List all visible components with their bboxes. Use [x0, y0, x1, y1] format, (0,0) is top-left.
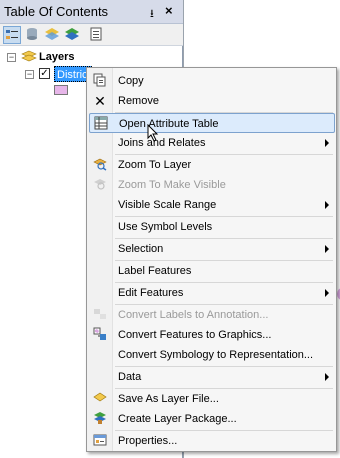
layer-context-menu: Copy ✕ Remove Open Attribute Table Joins… — [86, 67, 337, 452]
menu-item-label-features[interactable]: Label Features — [89, 261, 335, 281]
properties-icon — [92, 433, 108, 449]
menu-item-convert-labels-to-annotation[interactable]: Convert Labels to Annotation... — [89, 305, 335, 325]
layer-symbol-swatch[interactable] — [54, 85, 68, 95]
submenu-arrow-icon — [325, 289, 329, 297]
menu-item-convert-symbology-to-representation[interactable]: Convert Symbology to Representation... — [89, 345, 335, 365]
convert-graphics-icon — [92, 327, 108, 343]
menu-item-zoom-to-layer[interactable]: Zoom To Layer — [89, 155, 335, 175]
menu-item-label: Convert Features to Graphics... — [118, 329, 272, 341]
menu-item-zoom-to-make-visible[interactable]: Zoom To Make Visible — [89, 175, 335, 195]
menu-item-label: Open Attribute Table — [119, 118, 219, 130]
menu-item-label: Convert Labels to Annotation... — [118, 309, 269, 321]
toc-title: Table Of Contents — [4, 4, 109, 19]
menu-item-copy[interactable]: Copy — [89, 71, 335, 91]
menu-item-label: Zoom To Make Visible — [118, 179, 226, 191]
menu-item-label: Label Features — [118, 265, 192, 277]
menu-item-label: Properties... — [118, 435, 178, 447]
layers-collapse-icon[interactable]: − — [7, 53, 16, 62]
menu-item-use-symbol-levels[interactable]: Use Symbol Levels — [89, 217, 335, 237]
mouse-pointer-icon — [147, 124, 159, 142]
layers-group-icon — [21, 50, 37, 67]
toc-title-bar: Table Of Contents ⭳ × — [0, 0, 183, 24]
menu-item-remove[interactable]: ✕ Remove — [89, 91, 335, 111]
menu-item-label: Visible Scale Range — [118, 199, 217, 211]
layer-visibility-checkbox[interactable]: ✓ — [39, 68, 50, 79]
submenu-arrow-icon — [325, 373, 329, 381]
menu-item-label: Remove — [118, 95, 159, 107]
menu-item-label: Copy — [118, 75, 144, 87]
menu-item-open-attribute-table[interactable]: Open Attribute Table — [89, 113, 335, 133]
close-icon[interactable]: × — [165, 3, 173, 18]
attribute-table-icon — [93, 116, 109, 132]
menu-item-label: Selection — [118, 243, 164, 255]
menu-item-properties[interactable]: Properties... — [89, 431, 335, 451]
menu-item-data[interactable]: Data — [89, 367, 335, 387]
zoom-to-layer-icon — [92, 157, 108, 173]
menu-item-label: Save As Layer File... — [118, 393, 219, 405]
menu-item-selection[interactable]: Selection — [89, 239, 335, 259]
menu-item-joins-and-relates[interactable]: Joins and Relates — [89, 133, 335, 153]
menu-item-label: Convert Symbology to Representation... — [118, 349, 314, 361]
list-by-visibility-icon[interactable] — [44, 26, 62, 44]
list-by-drawing-order-icon[interactable] — [3, 26, 21, 44]
submenu-arrow-icon — [325, 201, 329, 209]
copy-icon — [92, 73, 108, 89]
list-by-selection-icon[interactable] — [64, 26, 82, 44]
layer-collapse-icon[interactable]: − — [25, 70, 34, 79]
menu-item-create-layer-package[interactable]: Create Layer Package... — [89, 409, 335, 429]
menu-item-save-as-layer-file[interactable]: Save As Layer File... — [89, 389, 335, 409]
menu-item-label: Create Layer Package... — [118, 413, 237, 425]
submenu-arrow-icon — [325, 139, 329, 147]
convert-labels-icon — [92, 307, 108, 323]
submenu-arrow-icon — [325, 245, 329, 253]
options-icon[interactable] — [88, 26, 106, 44]
pin-icon[interactable]: ⭳ — [150, 5, 154, 24]
layers-label: Layers — [39, 51, 75, 63]
list-by-source-icon[interactable] — [24, 26, 42, 44]
layer-package-icon — [92, 411, 108, 427]
menu-item-label: Joins and Relates — [118, 137, 206, 149]
zoom-visible-icon — [92, 177, 108, 193]
menu-item-convert-features-to-graphics[interactable]: Convert Features to Graphics... — [89, 325, 335, 345]
remove-icon: ✕ — [94, 93, 106, 109]
menu-item-edit-features[interactable]: Edit Features — [89, 283, 335, 303]
menu-item-label: Edit Features — [118, 287, 184, 299]
layer-file-icon — [92, 391, 108, 407]
menu-item-visible-scale-range[interactable]: Visible Scale Range — [89, 195, 335, 215]
menu-item-label: Use Symbol Levels — [118, 221, 213, 233]
toc-toolbar — [0, 24, 183, 46]
menu-item-label: Data — [118, 371, 142, 383]
menu-item-label: Zoom To Layer — [118, 159, 192, 171]
